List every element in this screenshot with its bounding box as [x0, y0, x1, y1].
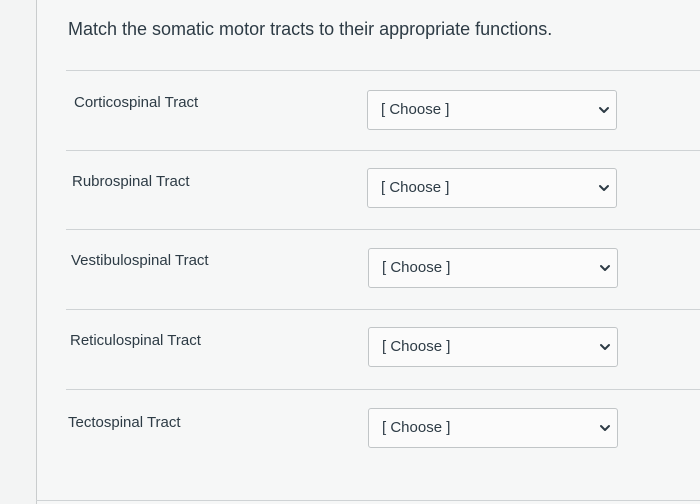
- question-prompt: Match the somatic motor tracts to their …: [68, 19, 553, 39]
- divider: [66, 389, 700, 390]
- match-select-tectospinal[interactable]: [ Choose ]: [368, 408, 618, 448]
- match-select-corticospinal[interactable]: [ Choose ]: [367, 90, 617, 130]
- match-select-reticulospinal[interactable]: [ Choose ]: [368, 327, 618, 367]
- chevron-down-icon: [600, 344, 610, 350]
- chevron-down-icon: [599, 107, 609, 113]
- divider: [66, 229, 700, 230]
- chevron-down-icon: [599, 185, 609, 191]
- quiz-page: Match the somatic motor tracts to their …: [0, 0, 700, 504]
- match-select-rubrospinal[interactable]: [ Choose ]: [367, 168, 617, 208]
- divider: [66, 150, 700, 151]
- select-value: [ Choose ]: [381, 101, 450, 118]
- divider: [66, 70, 700, 71]
- row-label-corticospinal: Corticospinal Tract: [74, 94, 199, 111]
- row-label-vestibulospinal: Vestibulospinal Tract: [71, 252, 209, 269]
- select-value: [ Choose ]: [381, 179, 450, 196]
- row-label-reticulospinal: Reticulospinal Tract: [70, 332, 201, 349]
- row-label-rubrospinal: Rubrospinal Tract: [72, 173, 190, 190]
- chevron-down-icon: [600, 425, 610, 431]
- row-label-tectospinal: Tectospinal Tract: [68, 414, 181, 431]
- chevron-down-icon: [600, 265, 610, 271]
- match-select-vestibulospinal[interactable]: [ Choose ]: [368, 248, 618, 288]
- select-value: [ Choose ]: [382, 419, 451, 436]
- divider: [66, 309, 700, 310]
- select-value: [ Choose ]: [382, 338, 451, 355]
- select-value: [ Choose ]: [382, 259, 451, 276]
- divider: [36, 500, 700, 501]
